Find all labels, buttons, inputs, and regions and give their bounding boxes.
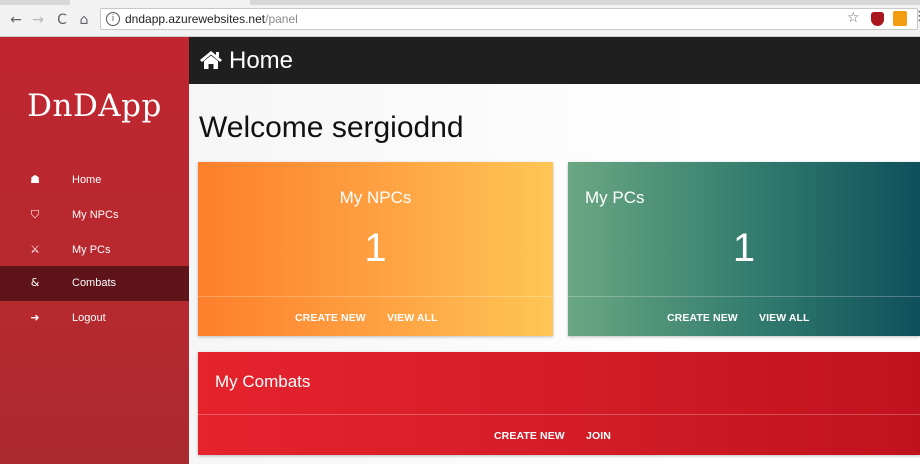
sidebar-item-combats[interactable]: & Combats xyxy=(0,266,189,301)
npc-count: 1 xyxy=(364,226,387,270)
pc-count: 1 xyxy=(732,226,756,270)
card-title: My Combats xyxy=(215,372,311,391)
browser-toolbar: ← → C ⌂ i dndapp.azurewebsites.net/panel… xyxy=(0,0,920,37)
site-info-icon[interactable]: i xyxy=(106,12,120,26)
address-bar[interactable]: i dndapp.azurewebsites.net/panel ☆ ⋮ xyxy=(100,8,920,30)
tab-strip xyxy=(0,0,920,5)
sidebar-item-label: Combats xyxy=(72,277,117,289)
create-npc-button[interactable]: CREATE NEW xyxy=(295,312,366,324)
sword-icon: ⚔ xyxy=(30,243,40,256)
welcome-heading: Welcome sergiodnd xyxy=(199,111,464,144)
home-browser-icon[interactable]: ⌂ xyxy=(76,12,92,28)
sidebar: DnDApp ☗ Home ⛉ My NPCs ⚔ My PCs & Comba… xyxy=(0,37,189,464)
logout-icon: ➜ xyxy=(30,311,40,324)
home-icon xyxy=(200,51,222,69)
sidebar-item-home[interactable]: ☗ Home xyxy=(0,163,189,198)
ublock-extension-icon[interactable] xyxy=(871,12,884,26)
reload-icon[interactable]: C xyxy=(54,12,70,28)
card-title: My PCs xyxy=(585,188,645,207)
url-path: /panel xyxy=(265,12,298,26)
card-title: My NPCs xyxy=(339,188,412,207)
browser-menu-icon[interactable]: ⋮ xyxy=(913,9,920,24)
card-divider xyxy=(198,296,553,297)
shield-icon: ⛉ xyxy=(30,208,40,221)
sidebar-item-logout[interactable]: ➜ Logout xyxy=(0,301,189,336)
pcs-card: My PCs 1 CREATE NEW VIEW ALL xyxy=(568,162,920,336)
card-divider xyxy=(198,414,920,415)
combats-card: My Combats CREATE NEW JOIN xyxy=(198,352,920,455)
back-icon[interactable]: ← xyxy=(8,12,24,28)
npcs-card: My NPCs 1 CREATE NEW VIEW ALL xyxy=(198,162,553,336)
url-text[interactable]: dndapp.azurewebsites.net/panel xyxy=(125,12,298,26)
sidebar-item-my-pcs[interactable]: ⚔ My PCs xyxy=(0,233,189,268)
app-logo[interactable]: DnDApp xyxy=(0,88,189,124)
sidebar-item-label: My PCs xyxy=(72,244,111,256)
view-all-pcs-button[interactable]: VIEW ALL xyxy=(759,312,810,324)
sidebar-item-my-npcs[interactable]: ⛉ My NPCs xyxy=(0,198,189,233)
view-all-npcs-button[interactable]: VIEW ALL xyxy=(387,312,438,324)
extension-icon[interactable] xyxy=(893,11,907,26)
sidebar-item-label: My NPCs xyxy=(72,209,119,221)
page-title: Home xyxy=(229,47,294,74)
create-combat-button[interactable]: CREATE NEW xyxy=(494,430,565,442)
ampersand-icon: & xyxy=(30,276,40,289)
create-pc-button[interactable]: CREATE NEW xyxy=(667,312,738,324)
active-tab[interactable] xyxy=(70,0,250,5)
forward-icon[interactable]: → xyxy=(30,12,46,28)
sidebar-item-label: Logout xyxy=(72,312,106,324)
card-divider xyxy=(568,296,920,297)
url-host: dndapp.azurewebsites.net xyxy=(125,12,266,26)
bookmark-star-icon[interactable]: ☆ xyxy=(847,10,860,26)
top-bar: Home xyxy=(189,37,920,84)
join-combat-button[interactable]: JOIN xyxy=(586,430,611,442)
home-icon: ☗ xyxy=(30,173,40,186)
sidebar-item-label: Home xyxy=(72,174,102,186)
